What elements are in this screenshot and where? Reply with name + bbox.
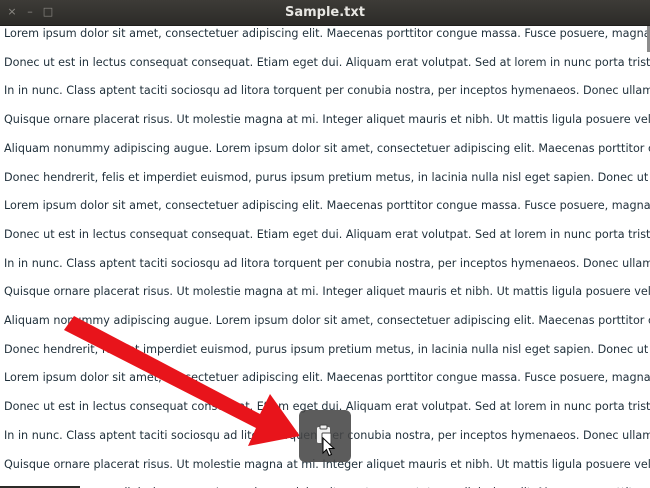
- text-line: Lorem ipsum dolor sit amet, consectetuer…: [4, 27, 650, 40]
- text-line: Quisque ornare placerat risus. Ut molest…: [4, 285, 650, 299]
- text-line: Donec ut est in lectus consequat consequ…: [4, 55, 650, 69]
- window-titlebar: × – □ Sample.txt: [0, 0, 650, 26]
- text-line: Quisque ornare placerat risus. Ut molest…: [4, 113, 650, 127]
- text-line: Donec hendrerit, felis et imperdiet euis…: [4, 170, 650, 184]
- text-line: Lorem ipsum dolor sit amet, consectetuer…: [4, 199, 650, 213]
- window-title: Sample.txt: [284, 5, 365, 20]
- mouse-pointer-icon: [322, 437, 336, 457]
- text-line: Donec ut est in lectus consequat consequ…: [4, 227, 650, 241]
- text-line: Lorem ipsum dolor sit amet, consectetuer…: [4, 371, 650, 385]
- text-line: Aliquam nonummy adipiscing augue. Lorem …: [4, 141, 650, 155]
- text-line: In in nunc. Class aptent taciti sociosqu…: [4, 84, 650, 98]
- text-line: Donec hendrerit, felis et imperdiet euis…: [4, 342, 650, 356]
- text-line: In in nunc. Class aptent taciti sociosqu…: [4, 256, 650, 270]
- text-line: Aliquam nonummy adipiscing augue. Lorem …: [4, 314, 650, 327]
